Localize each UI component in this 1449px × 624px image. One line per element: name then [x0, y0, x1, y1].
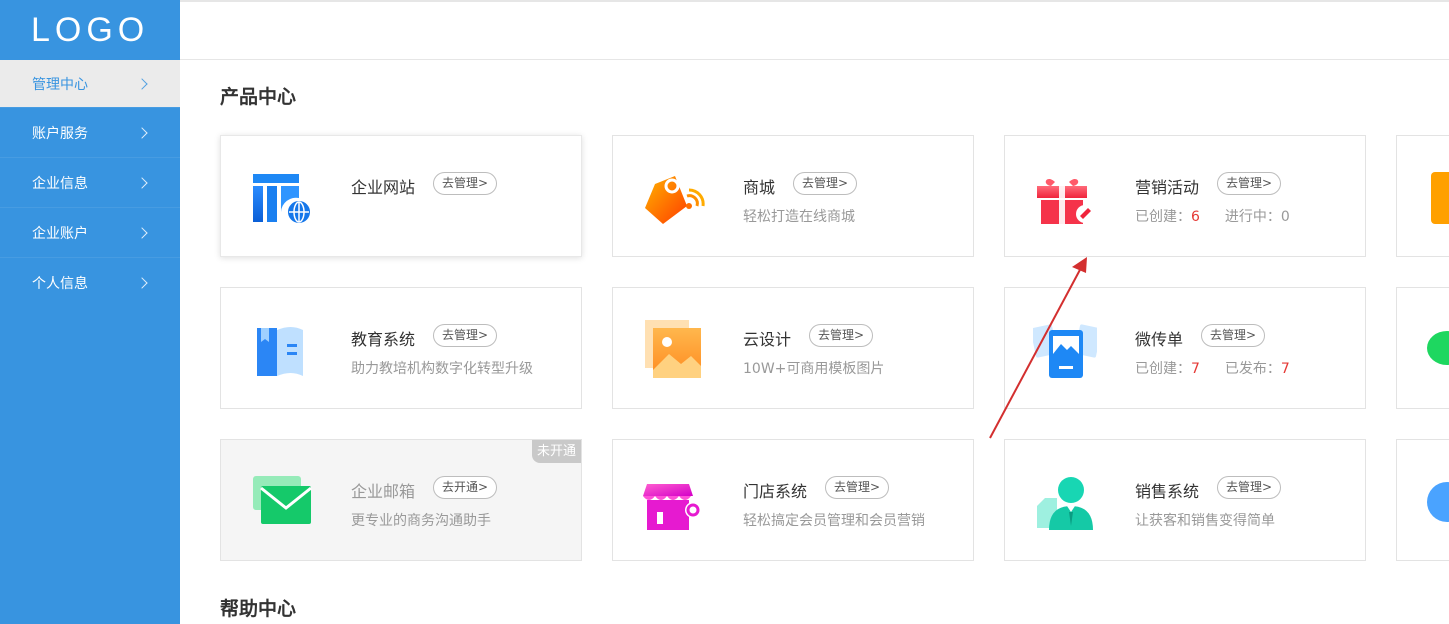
manage-button[interactable]: 去管理> [433, 324, 498, 347]
product-description: 10W+可商用模板图片 [743, 361, 885, 377]
product-stats: 已创建：7 已发布：7 [1135, 358, 1290, 378]
product-card-sales[interactable]: 销售系统 去管理> 让获客和销售变得简单 [1004, 439, 1366, 561]
open-book-icon [257, 327, 303, 376]
salesperson-icon [1037, 477, 1093, 530]
product-name: 销售系统 [1135, 482, 1200, 501]
stat-label: 已创建： [1135, 209, 1191, 225]
product-card-website[interactable]: 企业网站 去管理> [220, 135, 582, 257]
product-name: 门店系统 [743, 482, 808, 501]
page: LOGO 管理中心 账户服务 企业信息 企业账户 个人信息 产品中心 企业网站 … [0, 0, 1449, 624]
product-description: 更专业的商务沟通助手 [351, 513, 491, 529]
stat-label: 进行中： [1224, 209, 1281, 225]
manage-button[interactable]: 去管理> [433, 172, 498, 195]
product-card-education[interactable]: 教育系统 去管理> 助力教培机构数字化转型升级 [220, 287, 582, 409]
sidebar-item-account-service[interactable]: 账户服务 [0, 107, 180, 157]
product-name: 微传单 [1135, 330, 1184, 349]
product-name: 企业网站 [351, 178, 416, 197]
flyer-icon [1033, 324, 1097, 378]
product-name: 商城 [743, 178, 776, 197]
not-activated-badge: 未开通 [531, 440, 581, 463]
product-description: 轻松打造在线商城 [743, 209, 855, 225]
product-name: 企业邮箱 [351, 482, 416, 501]
product-name: 营销活动 [1135, 178, 1200, 197]
product-card-partial[interactable] [1396, 439, 1449, 561]
sidebar-item-label: 个人信息 [32, 275, 88, 292]
sidebar: LOGO 管理中心 账户服务 企业信息 企业账户 个人信息 [0, 0, 180, 624]
chevron-right-icon [136, 176, 148, 189]
activate-button[interactable]: 去开通> [433, 476, 498, 499]
chevron-right-icon [136, 226, 148, 239]
sidebar-item-personal-info[interactable]: 个人信息 [0, 257, 180, 307]
storefront-icon [643, 484, 701, 530]
manage-button[interactable]: 去管理> [1217, 172, 1282, 195]
product-card-store[interactable]: 门店系统 去管理> 轻松搞定会员管理和会员营销 [612, 439, 974, 561]
stat-label: 已创建： [1135, 361, 1191, 377]
product-description: 让获客和销售变得简单 [1135, 513, 1275, 529]
product-stats: 已创建：6 进行中：0 [1135, 206, 1290, 226]
sidebar-item-label: 账户服务 [32, 125, 88, 142]
stat-value: 7 [1191, 361, 1200, 377]
chevron-right-icon [136, 276, 148, 289]
product-card-mall[interactable]: 商城 去管理> 轻松打造在线商城 [612, 135, 974, 257]
product-description: 助力教培机构数字化转型升级 [351, 361, 533, 377]
section-title-help: 帮助中心 [220, 598, 297, 620]
sidebar-item-label: 企业账户 [32, 225, 88, 242]
product-name: 云设计 [743, 330, 792, 349]
shopping-tag-icon [645, 176, 705, 224]
logo: LOGO [31, 10, 150, 49]
manage-button[interactable]: 去管理> [825, 476, 890, 499]
wechat-icon [1427, 331, 1449, 365]
chevron-right-icon [136, 126, 148, 139]
stat-value: 7 [1280, 361, 1290, 377]
stat-value: 6 [1191, 209, 1200, 225]
product-card-flyer[interactable]: 微传单 去管理> 已创建：7 已发布：7 [1004, 287, 1366, 409]
chat-bubble-icon [1427, 482, 1449, 522]
sidebar-item-company-info[interactable]: 企业信息 [0, 157, 180, 207]
product-card-cloud-design[interactable]: 云设计 去管理> 10W+可商用模板图片 [612, 287, 974, 409]
mail-icon [253, 476, 312, 524]
stat-value: 0 [1280, 209, 1290, 225]
product-card-marketing[interactable]: 营销活动 去管理> 已创建：6 进行中：0 [1004, 135, 1366, 257]
chevron-right-icon [136, 77, 148, 90]
image-icon [645, 320, 701, 378]
product-card-partial[interactable] [1396, 135, 1449, 257]
sidebar-item-label: 企业信息 [32, 175, 88, 192]
stat-label: 已发布： [1224, 361, 1281, 377]
manage-button[interactable]: 去管理> [809, 324, 874, 347]
website-icon [253, 174, 312, 225]
manage-button[interactable]: 去管理> [1201, 324, 1266, 347]
sidebar-item-management-center[interactable]: 管理中心 [0, 60, 180, 107]
sidebar-item-company-account[interactable]: 企业账户 [0, 207, 180, 257]
orange-app-icon [1431, 172, 1449, 224]
manage-button[interactable]: 去管理> [1217, 476, 1282, 499]
product-card-email[interactable]: 未开通 企业邮箱 去开通> 更专业的商务沟通助手 [220, 439, 582, 561]
section-title-products: 产品中心 [220, 86, 297, 108]
product-card-partial[interactable] [1396, 287, 1449, 409]
header-bar [180, 2, 1449, 60]
product-name: 教育系统 [351, 330, 416, 349]
manage-button[interactable]: 去管理> [793, 172, 858, 195]
gift-icon [1037, 178, 1094, 224]
product-description: 轻松搞定会员管理和会员营销 [743, 513, 925, 529]
sidebar-item-label: 管理中心 [32, 76, 88, 93]
